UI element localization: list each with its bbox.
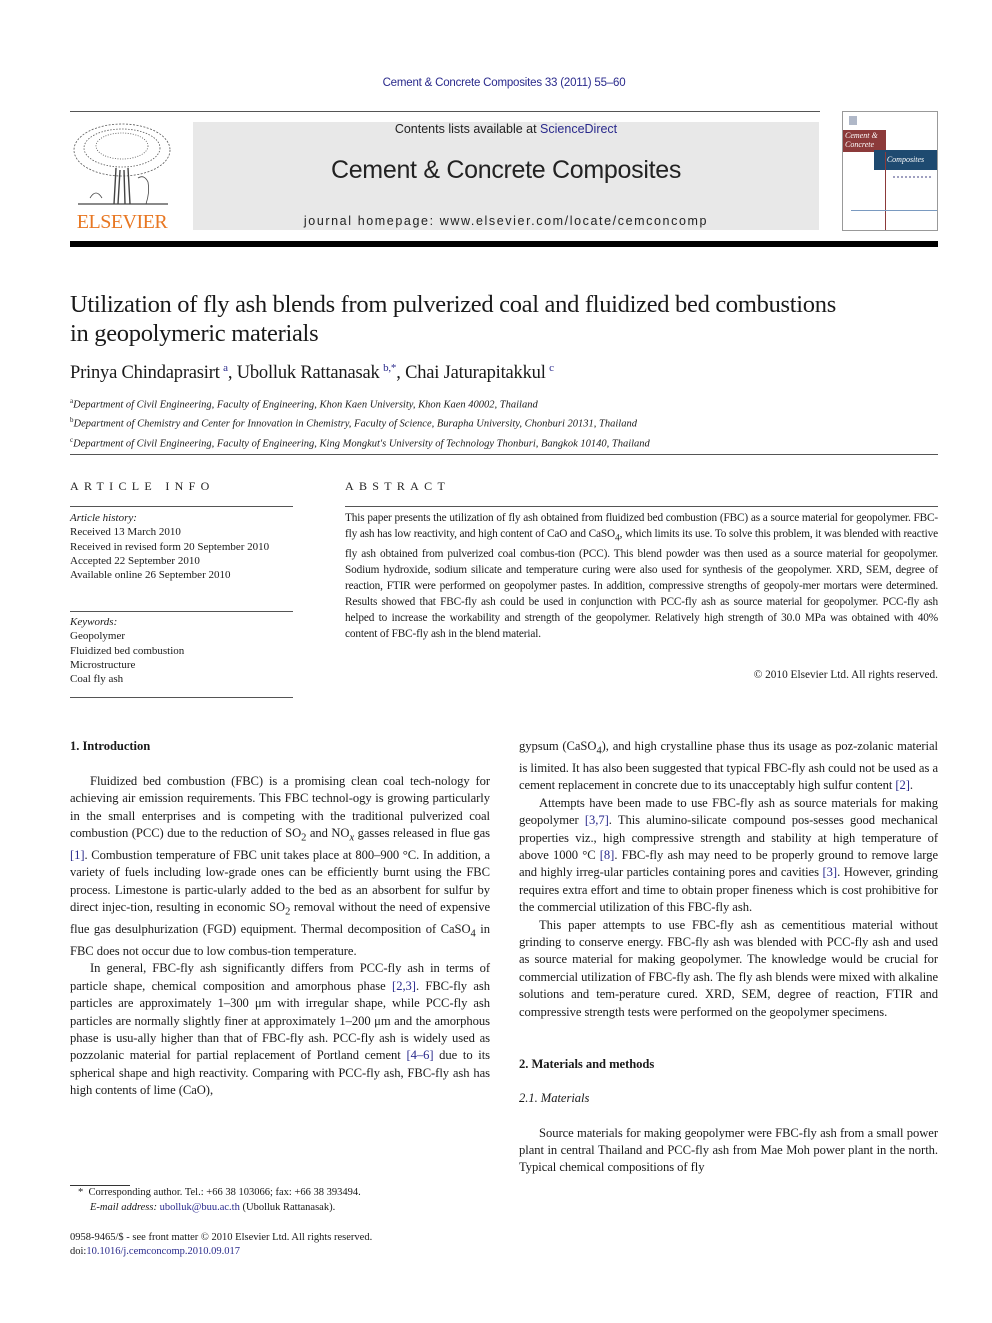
cover-small-text <box>893 176 931 188</box>
sciencedirect-link[interactable]: ScienceDirect <box>540 122 617 136</box>
tree-icon <box>73 123 171 205</box>
abstract-copyright: © 2010 Elsevier Ltd. All rights reserved… <box>753 669 938 681</box>
corresponding-author-footnote: * Corresponding author. Tel.: +66 38 103… <box>78 1187 361 1213</box>
journal-citation-link[interactable]: Cement & Concrete Composites 33 (2011) 5… <box>0 77 992 89</box>
keyword-item: Coal fly ash <box>70 673 124 686</box>
header-rule <box>70 111 820 112</box>
elsevier-wordmark: ELSEVIER <box>76 211 168 233</box>
article-info-heading: ARTICLE INFO <box>70 479 215 493</box>
paragraph-continued: gypsum (CaSO4), and high crystalline pha… <box>519 739 938 793</box>
history-item: Accepted 22 September 2010 <box>70 554 200 567</box>
paragraph: Attempts have been made to use FBC-fly a… <box>519 795 938 915</box>
affiliations: aDepartment of Civil Engineering, Facult… <box>70 394 650 452</box>
history-item: Received 13 March 2010 <box>70 526 181 539</box>
citation-link[interactable]: [1] <box>70 848 85 862</box>
keyword-item: Geopolymer <box>70 630 125 643</box>
divider <box>70 611 293 612</box>
section-heading: 2. Materials and methods <box>519 1056 655 1071</box>
keywords-label: Keywords: <box>70 616 118 628</box>
paragraph: This paper attempts to use FBC-fly ash a… <box>519 917 938 1019</box>
header-thick-rule <box>70 241 938 247</box>
footnote-marker: * <box>78 1187 84 1198</box>
body-column-right: gypsum (CaSO4), and high crystalline pha… <box>519 738 938 1177</box>
citation-link[interactable]: [8] <box>600 848 615 862</box>
citation-link[interactable]: [4–6] <box>406 1048 433 1062</box>
affiliation-item: cDepartment of Civil Engineering, Facult… <box>70 435 650 450</box>
history-item: Available online 26 September 2010 <box>70 569 231 582</box>
elsevier-logo[interactable]: ELSEVIER <box>68 118 176 234</box>
article-history: Article history: Received 13 March 2010 … <box>70 511 294 582</box>
journal-banner: Contents lists available at ScienceDirec… <box>193 122 819 230</box>
affiliation-item: aDepartment of Civil Engineering, Facult… <box>70 397 538 411</box>
author-list: Prinya Chindaprasirt a, Ubolluk Rattanas… <box>70 362 554 384</box>
citation-link[interactable]: [2,3] <box>392 979 416 993</box>
keyword-item: Fluidized bed combustion <box>70 644 185 657</box>
divider <box>70 697 293 698</box>
keyword-item: Microstructure <box>70 658 136 671</box>
contents-availability: Contents lists available at ScienceDirec… <box>193 122 819 136</box>
cover-title-red: Cement & Concrete <box>843 130 886 152</box>
journal-cover-thumbnail[interactable]: Cement & Concrete Composites <box>842 111 938 231</box>
email-link[interactable]: ubolluk@buu.ac.th <box>160 1202 240 1213</box>
citation-link[interactable]: [3] <box>823 865 838 879</box>
issn-doi: 0958-9465/$ - see front matter © 2010 El… <box>70 1232 373 1258</box>
author-name[interactable]: Prinya Chindaprasirt <box>70 363 220 383</box>
author-affiliation-marker[interactable]: a <box>223 362 228 374</box>
cover-publisher-icon <box>849 116 857 125</box>
section-heading: 1. Introduction <box>70 739 151 753</box>
cover-title-blue: Composites <box>874 150 937 170</box>
journal-homepage-link[interactable]: journal homepage: www.elsevier.com/locat… <box>193 214 819 228</box>
citation-link[interactable]: [3,7] <box>585 813 609 827</box>
doi-link[interactable]: 10.1016/j.cemconcomp.2010.09.017 <box>86 1246 240 1257</box>
author-name[interactable]: Chai Jaturapitakkul <box>405 363 546 383</box>
author-affiliation-marker[interactable]: b,* <box>383 362 396 374</box>
paragraph: In general, FBC-fly ash significantly di… <box>70 961 491 1098</box>
article-history-label: Article history: <box>70 512 137 524</box>
cover-decoration-line <box>885 152 886 230</box>
email-label: E-mail address: <box>90 1201 157 1213</box>
cover-decoration-line <box>851 210 937 211</box>
citation-link[interactable]: [2] <box>895 778 910 792</box>
section-rule <box>70 454 938 455</box>
keywords: Keywords: Geopolymer Fluidized bed combu… <box>70 615 294 686</box>
journal-title: Cement & Concrete Composites <box>330 156 682 184</box>
issn-line: 0958-9465/$ - see front matter © 2010 El… <box>70 1232 373 1243</box>
affiliation-item: bDepartment of Chemistry and Center for … <box>70 416 637 430</box>
author-name[interactable]: Ubolluk Rattanasak <box>237 363 380 383</box>
author-affiliation-marker[interactable]: c <box>549 362 554 374</box>
body-column-left: 1. Introduction Fluidized bed combustion… <box>70 738 490 1100</box>
contents-prefix: Contents lists available at <box>394 122 541 136</box>
divider <box>345 506 938 507</box>
history-item: Received in revised form 20 September 20… <box>70 540 270 553</box>
abstract-heading: ABSTRACT <box>345 479 451 493</box>
subsection-heading: 2.1. Materials <box>519 1091 590 1106</box>
paragraph: Source materials for making geopolymer w… <box>519 1125 938 1175</box>
abstract-body: This paper presents the utilization of f… <box>345 512 938 640</box>
article-title: Utilization of fly ash blends from pulve… <box>70 291 836 347</box>
paragraph: Fluidized bed combustion (FBC) is a prom… <box>70 773 491 958</box>
divider <box>70 506 293 507</box>
